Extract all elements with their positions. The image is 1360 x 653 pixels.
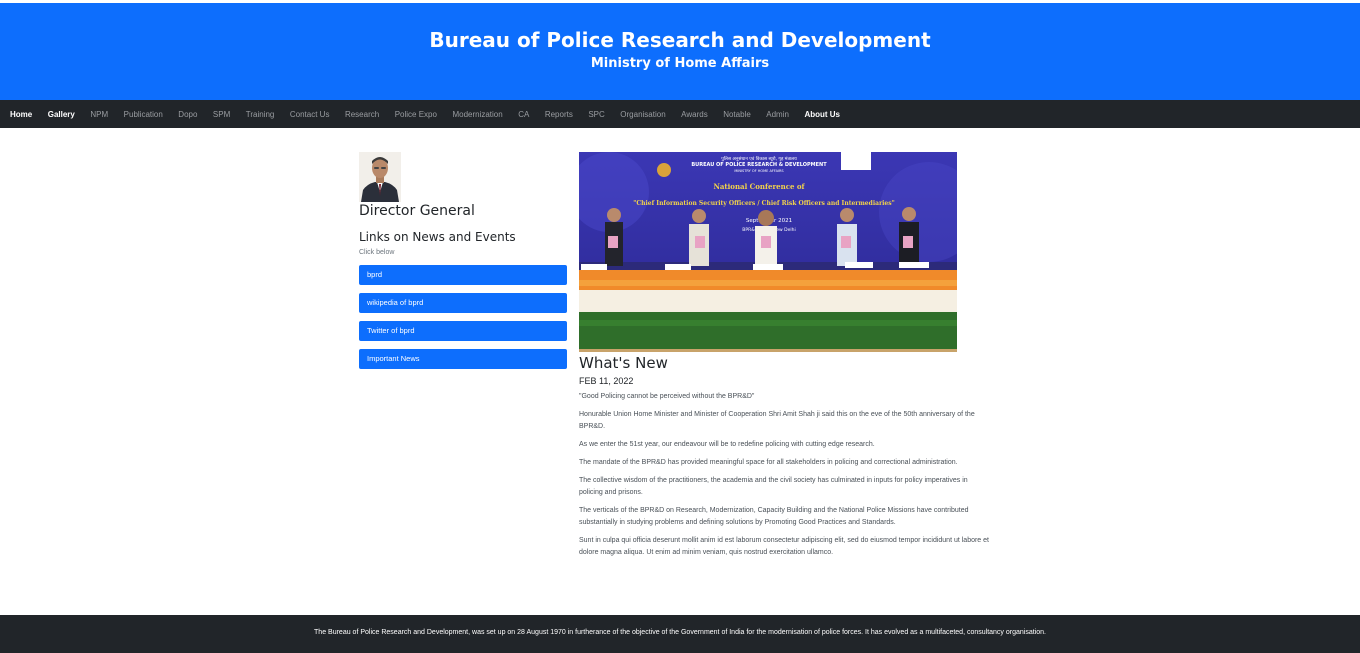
nav-item-notable[interactable]: Notable [723, 110, 751, 119]
news-paragraph: The mandate of the BPR&D has provided me… [579, 459, 958, 466]
nav-item-contact-us[interactable]: Contact Us [290, 110, 330, 119]
nav-item-spm[interactable]: SPM [213, 110, 230, 119]
nav-item-spc[interactable]: SPC [588, 110, 604, 119]
sidebar: Director General Links on News and Event… [359, 152, 567, 369]
banner-ministry: MINISTRY OF HOME AFFAIRS [734, 169, 784, 173]
nav-item-awards[interactable]: Awards [681, 110, 708, 119]
nav-item-organisation[interactable]: Organisation [620, 110, 665, 119]
nav-item-home[interactable]: Home [10, 110, 32, 119]
site-subtitle: Ministry of Home Affairs [590, 56, 770, 71]
banner-org: BUREAU OF POLICE RESEARCH & DEVELOPMENT [691, 162, 827, 168]
nav-item-ca[interactable]: CA [518, 110, 529, 119]
click-below-text: Click below [359, 249, 395, 256]
nav-item-police-expo[interactable]: Police Expo [395, 110, 437, 119]
news-paragraph: "Good Policing cannot be perceived witho… [579, 393, 755, 400]
news-paragraph: As we enter the 51st year, our endeavour… [579, 441, 875, 448]
nav-list: Home Gallery NPM Publication Dopo SPM Training… [0, 100, 1360, 128]
main-content: पुलिस अनुसंधान एवं विकास ब्यूरो, गृह मंत… [579, 152, 989, 559]
nav-item-about-us[interactable]: About Us [804, 110, 840, 119]
nav-item-reports[interactable]: Reports [545, 110, 573, 119]
link-button-wikipedia[interactable]: wikipedia of bprd [359, 293, 567, 313]
banner-event-line2: "Chief Information Security Officers / C… [633, 200, 895, 207]
director-general-title: Director General [359, 203, 475, 219]
link-button-important-news[interactable]: Important News [359, 349, 567, 369]
banner-event-line1: National Conference of [713, 182, 805, 191]
site-title: Bureau of Police Research and Developmen… [429, 28, 931, 52]
link-button-bprd[interactable]: bprd [359, 265, 567, 285]
nav-item-training[interactable]: Training [246, 110, 275, 119]
nav-item-dopo[interactable]: Dopo [178, 110, 197, 119]
links-heading: Links on News and Events [359, 230, 516, 244]
news-paragraph: The verticals of the BPR&D on Research, … [579, 507, 969, 526]
main-navbar: Home Gallery NPM Publication Dopo SPM Training… [0, 100, 1360, 128]
news-paragraph: Sunt in culpa qui officia deserunt molli… [579, 537, 989, 556]
director-general-photo [359, 152, 401, 202]
nav-item-research[interactable]: Research [345, 110, 379, 119]
nav-item-publication[interactable]: Publication [124, 110, 163, 119]
link-button-twitter[interactable]: Twitter of bprd [359, 321, 567, 341]
site-footer: The Bureau of Police Research and Develo… [0, 615, 1360, 653]
conference-photo: पुलिस अनुसंधान एवं विकास ब्यूरो, गृह मंत… [579, 152, 957, 352]
footer-text: The Bureau of Police Research and Develo… [314, 629, 1046, 636]
news-date: FEB 11, 2022 [579, 376, 634, 386]
site-header: Bureau of Police Research and Developmen… [0, 3, 1360, 100]
nav-item-npm[interactable]: NPM [90, 110, 108, 119]
banner-hindi: पुलिस अनुसंधान एवं विकास ब्यूरो, गृह मंत… [721, 155, 797, 162]
nav-item-admin[interactable]: Admin [766, 110, 789, 119]
whats-new-heading: What's New [579, 354, 668, 372]
nav-item-gallery[interactable]: Gallery [48, 110, 75, 119]
news-paragraph: Honurable Union Home Minister and Minist… [579, 411, 975, 430]
news-paragraph: The collective wisdom of the practitione… [579, 477, 968, 496]
nav-item-modernization[interactable]: Modernization [452, 110, 502, 119]
